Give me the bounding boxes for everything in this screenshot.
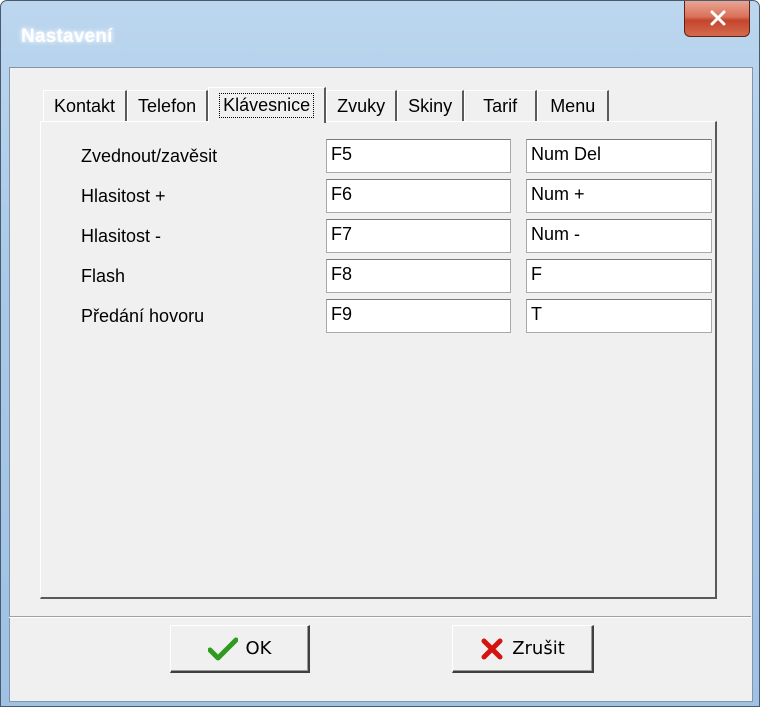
shortcut-label-volume-down: Hlasitost - [81, 226, 162, 246]
tab-label: Klávesnice [219, 93, 315, 118]
tab-panel-klavesnice: Zvednout/zavěsit F5 Num Del Hlasitost + … [40, 121, 717, 599]
tab-menu[interactable]: Menu [537, 90, 610, 122]
ok-button-label: OK [245, 638, 272, 659]
window-title: Nastavení [21, 26, 113, 47]
settings-window: Nastavení Kontakt Telefon Klávesnice Zvu… [0, 0, 760, 707]
shortcut-primary-field-flash[interactable]: F8 [326, 259, 511, 293]
shortcut-secondary-field-answer[interactable]: Num Del [526, 139, 712, 173]
tab-label: Zvuky [337, 96, 386, 116]
tab-skiny[interactable]: Skiny [397, 90, 465, 122]
shortcut-primary-field-volume-down[interactable]: F7 [326, 219, 511, 253]
tab-label: Tarif [483, 96, 518, 116]
tab-telefon[interactable]: Telefon [127, 90, 209, 122]
cancel-button[interactable]: Zrušit [452, 625, 594, 673]
shortcut-label-volume-up: Hlasitost + [81, 186, 166, 206]
dialog-client-area: Kontakt Telefon Klávesnice Zvuky Skiny T… [9, 67, 753, 702]
shortcut-secondary-field-flash[interactable]: F [526, 259, 712, 293]
tab-klavesnice[interactable]: Klávesnice [208, 87, 327, 123]
shortcut-label-transfer: Předání hovoru [81, 306, 205, 326]
tab-label: Menu [550, 96, 596, 116]
shortcut-label-flash: Flash [81, 266, 126, 286]
red-x-icon [481, 638, 503, 659]
title-bar[interactable]: Nastavení [1, 1, 759, 67]
tab-strip: Kontakt Telefon Klávesnice Zvuky Skiny T… [43, 85, 610, 123]
shortcut-label-answer: Zvednout/zavěsit [81, 146, 218, 166]
shortcut-primary-field-answer[interactable]: F5 [326, 139, 511, 173]
shortcut-primary-field-volume-up[interactable]: F6 [326, 179, 511, 213]
cancel-button-label: Zrušit [512, 638, 565, 659]
tab-tarif[interactable]: Tarif [464, 90, 538, 122]
tab-label: Kontakt [54, 96, 116, 116]
tab-label: Skiny [408, 96, 453, 116]
shortcut-secondary-field-transfer[interactable]: T [526, 299, 712, 333]
shortcut-primary-field-transfer[interactable]: F9 [326, 299, 511, 333]
button-area-divider [9, 616, 751, 618]
tab-zvuky[interactable]: Zvuky [326, 90, 398, 122]
close-icon [710, 10, 726, 26]
checkmark-icon [207, 637, 238, 660]
tab-label: Telefon [138, 96, 197, 116]
shortcut-secondary-field-volume-up[interactable]: Num + [526, 179, 712, 213]
tab-kontakt[interactable]: Kontakt [43, 90, 128, 122]
shortcut-secondary-field-volume-down[interactable]: Num - [526, 219, 712, 253]
ok-button[interactable]: OK [170, 625, 310, 673]
close-button[interactable] [684, 1, 750, 37]
